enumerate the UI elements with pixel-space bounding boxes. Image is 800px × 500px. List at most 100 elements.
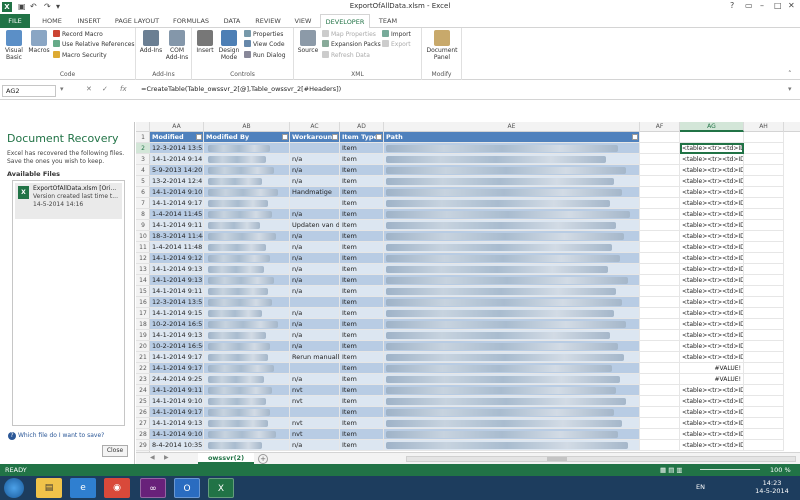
table-cell[interactable]: n/a <box>290 165 340 176</box>
table-cell[interactable]: Item <box>340 209 384 220</box>
table-cell[interactable]: #VALUE! <box>680 363 744 374</box>
table-cell[interactable] <box>640 363 680 374</box>
recovered-file-entry[interactable]: X ExportOfAllData.xlsm [Ori... Version c… <box>15 183 122 219</box>
table-cell[interactable]: <table><tr><td>ID</td><td>System< <box>680 429 744 440</box>
table-cell[interactable] <box>744 352 784 363</box>
table-cell[interactable]: nvt <box>290 429 340 440</box>
table-cell[interactable] <box>204 297 290 308</box>
table-cell[interactable]: 12-3-2014 13:51 <box>150 297 204 308</box>
table-cell[interactable] <box>384 264 640 275</box>
header-cell[interactable]: Item Type <box>340 132 384 143</box>
table-cell[interactable] <box>384 374 640 385</box>
table-cell[interactable] <box>204 220 290 231</box>
chrome-icon[interactable]: ◉ <box>104 478 130 498</box>
row-header[interactable]: 15 <box>136 286 150 297</box>
table-cell[interactable]: <table><tr><td>ID</td><td>System< <box>680 319 744 330</box>
table-cell[interactable] <box>204 242 290 253</box>
table-cell[interactable]: n/a <box>290 440 340 451</box>
visual-studio-icon[interactable]: ∞ <box>140 478 166 498</box>
table-cell[interactable]: Item <box>340 352 384 363</box>
header-cell[interactable]: Modified By <box>204 132 290 143</box>
relative-references-button[interactable]: Use Relative References <box>53 40 135 49</box>
table-cell[interactable] <box>204 264 290 275</box>
table-cell[interactable] <box>290 363 340 374</box>
table-cell[interactable]: <table><tr><td>ID</td><td>System< <box>680 187 744 198</box>
table-cell[interactable] <box>640 286 680 297</box>
table-cell[interactable]: Item <box>340 385 384 396</box>
table-cell[interactable]: 14-1-2014 9:13 <box>150 330 204 341</box>
table-cell[interactable] <box>384 198 640 209</box>
table-cell[interactable]: Handmatige <box>290 187 340 198</box>
table-cell[interactable] <box>640 176 680 187</box>
table-cell[interactable] <box>384 231 640 242</box>
table-cell[interactable]: <table><tr><td>ID</td><td>System< <box>680 352 744 363</box>
macro-security-button[interactable]: Macro Security <box>53 51 107 60</box>
table-cell[interactable]: Item <box>340 429 384 440</box>
table-cell[interactable]: <table><tr><td>ID</td><td>System< <box>680 341 744 352</box>
name-box-dropdown-icon[interactable]: ▾ <box>60 85 64 93</box>
table-cell[interactable]: 14-1-2014 9:11 <box>150 220 204 231</box>
table-cell[interactable] <box>744 264 784 275</box>
table-cell[interactable] <box>640 352 680 363</box>
table-cell[interactable]: Item <box>340 440 384 451</box>
table-cell[interactable]: #VALUE! <box>680 374 744 385</box>
tab-team[interactable]: TEAM <box>374 14 402 28</box>
table-cell[interactable]: Item <box>340 286 384 297</box>
table-cell[interactable] <box>384 275 640 286</box>
table-cell[interactable]: <table><tr><td>ID</td><td>System< <box>680 231 744 242</box>
table-cell[interactable]: Item <box>340 231 384 242</box>
table-cell[interactable]: Item <box>340 407 384 418</box>
scroll-thumb[interactable] <box>547 457 567 461</box>
table-cell[interactable] <box>640 374 680 385</box>
table-cell[interactable]: 10-2-2014 16:57 <box>150 319 204 330</box>
table-cell[interactable] <box>640 154 680 165</box>
table-cell[interactable] <box>204 231 290 242</box>
table-cell[interactable]: Item <box>340 198 384 209</box>
refresh-data-button[interactable]: Refresh Data <box>322 51 370 60</box>
table-cell[interactable] <box>640 429 680 440</box>
which-file-help-link[interactable]: ? Which file do I want to save? <box>8 432 104 440</box>
row-header[interactable]: 9 <box>136 220 150 231</box>
tab-home[interactable]: HOME <box>36 14 68 28</box>
table-cell[interactable]: <table><tr><td>ID</td><td>System< <box>680 242 744 253</box>
table-cell[interactable]: Item <box>340 154 384 165</box>
table-cell[interactable] <box>640 330 680 341</box>
table-cell[interactable] <box>204 418 290 429</box>
table-cell[interactable]: 1-4-2014 11:45 <box>150 209 204 220</box>
table-cell[interactable] <box>744 165 784 176</box>
table-cell[interactable]: <table><tr><td>ID</td><td>System< <box>680 330 744 341</box>
table-cell[interactable]: n/a <box>290 264 340 275</box>
outlook-icon[interactable]: O <box>174 478 200 498</box>
column-header-ag[interactable]: AG <box>680 122 744 132</box>
table-cell[interactable]: Item <box>340 297 384 308</box>
table-cell[interactable]: Item <box>340 242 384 253</box>
properties-button[interactable]: Properties <box>244 30 283 39</box>
row-header[interactable]: 8 <box>136 209 150 220</box>
table-cell[interactable] <box>640 253 680 264</box>
table-cell[interactable]: <table><tr><td>ID</td><td>System< <box>680 275 744 286</box>
table-cell[interactable] <box>640 231 680 242</box>
table-cell[interactable] <box>384 286 640 297</box>
table-cell[interactable] <box>640 396 680 407</box>
table-cell[interactable] <box>744 429 784 440</box>
table-cell[interactable] <box>204 154 290 165</box>
table-cell[interactable] <box>384 308 640 319</box>
table-cell[interactable] <box>204 176 290 187</box>
tab-file[interactable]: FILE <box>0 14 30 28</box>
header-cell[interactable]: Path <box>384 132 640 143</box>
collapse-ribbon-icon[interactable]: ˄ <box>788 70 792 78</box>
table-cell[interactable] <box>290 407 340 418</box>
table-cell[interactable]: n/a <box>290 319 340 330</box>
formula-input[interactable]: =CreateTable(Table_owssvr_2[@],Table_ows… <box>141 85 341 93</box>
table-cell[interactable] <box>744 341 784 352</box>
column-header-ae[interactable]: AE <box>384 122 640 132</box>
table-cell[interactable] <box>384 319 640 330</box>
table-cell[interactable]: 14-1-2014 9:14 <box>150 154 204 165</box>
table-cell[interactable] <box>384 187 640 198</box>
table-cell[interactable]: 1-4-2014 11:48 <box>150 242 204 253</box>
table-cell[interactable] <box>204 374 290 385</box>
internet-explorer-icon[interactable]: e <box>70 478 96 498</box>
table-cell[interactable] <box>640 242 680 253</box>
help-icon[interactable]: ? <box>730 1 734 10</box>
table-cell[interactable] <box>204 363 290 374</box>
